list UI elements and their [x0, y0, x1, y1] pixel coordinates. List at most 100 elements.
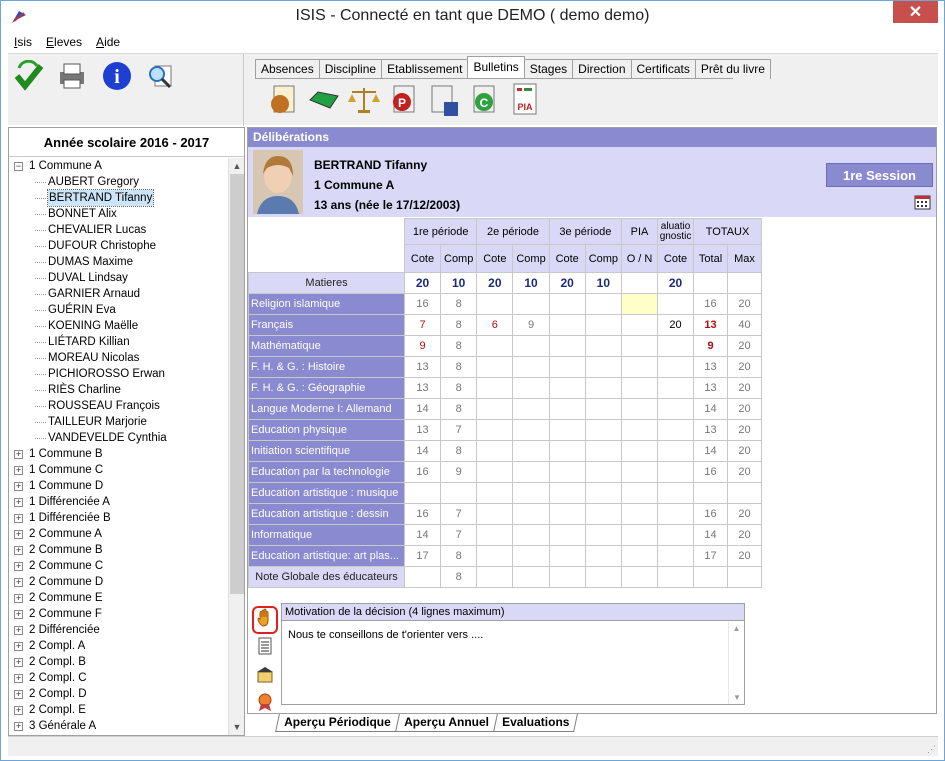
grade-cell[interactable]: [476, 482, 514, 504]
grade-cell[interactable]: [584, 398, 623, 420]
grade-cell[interactable]: [584, 482, 623, 504]
expand-icon[interactable]: +: [14, 690, 23, 699]
tree-class[interactable]: +2 Compl. D: [9, 686, 228, 702]
expand-icon[interactable]: +: [14, 530, 23, 539]
tab-etablissement[interactable]: Etablissement: [381, 59, 469, 79]
grade-cell[interactable]: 9: [512, 314, 550, 336]
subject-name[interactable]: Informatique: [248, 524, 405, 546]
grade-cell[interactable]: 13: [404, 377, 441, 399]
tree-class[interactable]: +1 Commune C: [9, 462, 228, 478]
expand-icon[interactable]: +: [14, 498, 23, 507]
tab-direction[interactable]: Direction: [572, 59, 632, 79]
grade-cell[interactable]: [584, 356, 623, 378]
grade-cell[interactable]: 8: [439, 293, 478, 315]
collapse-icon[interactable]: −: [14, 162, 23, 171]
bulletin-save-icon[interactable]: [426, 82, 462, 118]
bottom-tab-3[interactable]: Evaluations: [492, 714, 578, 732]
menu-aide[interactable]: Aide: [96, 35, 120, 49]
expand-icon[interactable]: +: [14, 466, 23, 475]
grade-cell[interactable]: 16: [404, 503, 441, 525]
bulletin-edit-icon[interactable]: [266, 82, 302, 118]
expand-icon[interactable]: +: [14, 546, 23, 555]
grade-cell[interactable]: [621, 503, 659, 525]
grade-cell[interactable]: [512, 335, 550, 357]
grade-cell[interactable]: [512, 356, 550, 378]
expand-icon[interactable]: +: [14, 626, 23, 635]
grade-cell[interactable]: 8: [439, 398, 478, 420]
grade-cell[interactable]: [657, 377, 695, 399]
grade-cell[interactable]: [621, 461, 659, 483]
expand-icon[interactable]: +: [14, 450, 23, 459]
grade-cell[interactable]: [476, 524, 514, 546]
session-button[interactable]: 1re Session: [826, 163, 933, 187]
tree-class[interactable]: +1 Différenciée B: [9, 510, 228, 526]
tree-class[interactable]: +3 Générale A: [9, 718, 228, 734]
grade-cell[interactable]: [621, 419, 659, 441]
expand-icon[interactable]: +: [14, 642, 23, 651]
subject-name[interactable]: F. H. & G. : Géographie: [248, 377, 405, 399]
grade-cell[interactable]: 8: [439, 545, 478, 567]
subject-name[interactable]: Education par la technologie: [248, 461, 405, 483]
tree-student[interactable]: VANDEVELDE Cynthia: [9, 430, 228, 446]
grade-cell[interactable]: [657, 461, 695, 483]
grade-cell[interactable]: [657, 524, 695, 546]
subject-name[interactable]: Education artistique : musique: [248, 482, 405, 504]
tab-certificats[interactable]: Certificats: [630, 59, 696, 79]
grade-cell[interactable]: [476, 419, 514, 441]
expand-icon[interactable]: +: [14, 706, 23, 715]
grade-cell[interactable]: [584, 440, 623, 462]
grade-cell[interactable]: [584, 461, 623, 483]
grade-cell[interactable]: 9: [439, 461, 478, 483]
tab-discipline[interactable]: Discipline: [318, 59, 383, 79]
grade-cell[interactable]: [476, 398, 514, 420]
grade-cell[interactable]: [512, 398, 550, 420]
grade-cell[interactable]: [621, 293, 659, 315]
grade-cell[interactable]: [512, 524, 550, 546]
tree-class[interactable]: +2 Commune A: [9, 526, 228, 542]
subject-name[interactable]: Initiation scientifique: [248, 440, 405, 462]
close-button[interactable]: ✕: [893, 1, 938, 23]
tree-class[interactable]: +2 Commune E: [9, 590, 228, 606]
grade-cell[interactable]: [512, 293, 550, 315]
grade-cell[interactable]: [548, 293, 586, 315]
grade-cell[interactable]: [621, 335, 659, 357]
grade-cell[interactable]: [476, 545, 514, 567]
grade-cell[interactable]: 13: [404, 356, 441, 378]
tree-student[interactable]: GUÉRIN Eva: [9, 302, 228, 318]
expand-icon[interactable]: +: [14, 578, 23, 587]
tree-class[interactable]: +1 Différenciée A: [9, 494, 228, 510]
grade-cell[interactable]: [548, 440, 586, 462]
tree-student[interactable]: PICHIOROSSO Erwan: [9, 366, 228, 382]
subject-name[interactable]: F. H. & G. : Histoire: [248, 356, 405, 378]
grade-cell[interactable]: [548, 545, 586, 567]
grade-cell[interactable]: [512, 377, 550, 399]
subject-name[interactable]: Education artistique : dessin: [248, 503, 405, 525]
grade-cell[interactable]: 14: [404, 524, 441, 546]
grade-cell[interactable]: 7: [439, 524, 478, 546]
grade-cell[interactable]: [657, 545, 695, 567]
grade-cell[interactable]: [439, 482, 478, 504]
tree-student[interactable]: DUVAL Lindsay: [9, 270, 228, 286]
grade-cell[interactable]: [548, 356, 586, 378]
grade-cell[interactable]: 7: [439, 419, 478, 441]
bottom-tab-1[interactable]: Aperçu Périodique: [275, 714, 400, 732]
subject-name[interactable]: Langue Moderne I: Allemand: [248, 398, 405, 420]
tree-student[interactable]: LIÉTARD Killian: [9, 334, 228, 350]
expand-icon[interactable]: +: [14, 594, 23, 603]
tree-class[interactable]: +2 Commune F: [9, 606, 228, 622]
grade-cell[interactable]: 6: [476, 314, 514, 336]
grade-cell[interactable]: 7: [439, 503, 478, 525]
tree-class[interactable]: +2 Compl. A: [9, 638, 228, 654]
motivation-textarea[interactable]: Nous te conseillons de t'orienter vers .…: [282, 621, 744, 649]
grade-cell[interactable]: [548, 335, 586, 357]
expand-icon[interactable]: +: [14, 722, 23, 731]
tree-student[interactable]: GARNIER Arnaud: [9, 286, 228, 302]
tree-student[interactable]: AUBERT Gregory: [9, 174, 228, 190]
grade-cell[interactable]: [657, 419, 695, 441]
info-icon[interactable]: i: [101, 60, 133, 92]
grade-cell[interactable]: [621, 398, 659, 420]
grade-cell[interactable]: [512, 545, 550, 567]
tree-student[interactable]: KOENING Maëlle: [9, 318, 228, 334]
grade-cell[interactable]: 8: [439, 440, 478, 462]
grade-cell[interactable]: [476, 356, 514, 378]
